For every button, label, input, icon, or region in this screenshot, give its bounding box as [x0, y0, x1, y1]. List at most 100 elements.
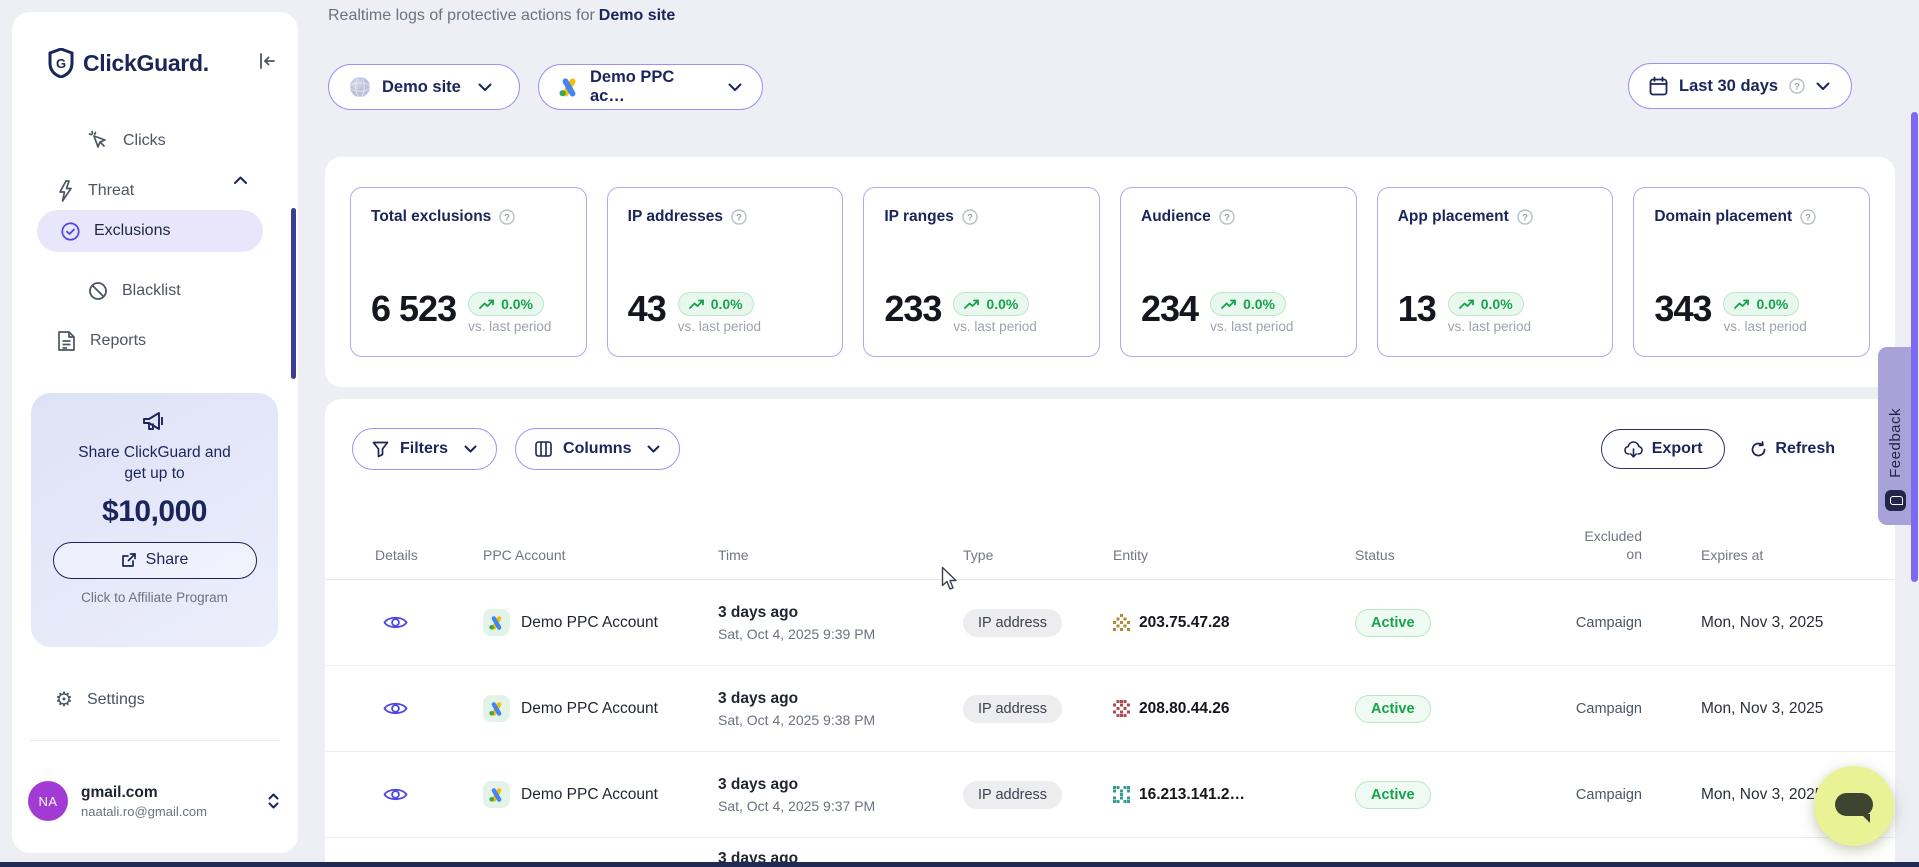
chevron-up-icon[interactable] — [233, 175, 248, 185]
filters-button[interactable]: Filters — [352, 428, 497, 470]
chevron-down-icon — [728, 83, 742, 92]
trend-badge: 0.0% — [1210, 292, 1286, 316]
google-ads-icon — [483, 609, 510, 636]
status-cell: Active — [1355, 695, 1505, 723]
stat-value: 233 — [884, 292, 941, 326]
megaphone-icon — [140, 409, 170, 437]
select-up-down-icon — [267, 792, 280, 810]
help-icon[interactable]: ? — [1219, 209, 1235, 225]
stat-period: vs. last period — [468, 319, 551, 334]
help-icon[interactable]: ? — [1789, 78, 1805, 94]
stat-card-ip-addresses: IP addresses ? 43 0.0% vs. last period — [607, 187, 844, 357]
trending-up-icon — [689, 299, 705, 310]
help-icon[interactable]: ? — [499, 209, 515, 225]
sidebar-item-exclusions[interactable]: Exclusions — [37, 210, 263, 252]
stat-card-domain-placement: Domain placement ? 343 0.0% vs. last per… — [1633, 187, 1870, 357]
entity-cell: 203.75.47.28 — [1113, 614, 1355, 632]
lightning-icon — [57, 180, 74, 202]
excluded-on-cell: Campaign — [1505, 701, 1642, 717]
stat-value: 343 — [1654, 292, 1711, 326]
stat-period: vs. last period — [678, 319, 761, 334]
export-button[interactable]: Export — [1601, 429, 1726, 469]
stat-title: App placement — [1398, 208, 1509, 226]
stat-card-total-exclusions: Total exclusions ? 6 523 0.0% vs. last p… — [350, 187, 587, 357]
status-cell: Active — [1355, 781, 1505, 809]
details-eye-icon[interactable] — [375, 786, 483, 803]
sidebar-item-label: Reports — [90, 332, 146, 350]
identicon — [1113, 786, 1130, 803]
table-row: Demo PPC Account 3 days ago Sat, Oct 4, … — [325, 666, 1895, 752]
avatar: NA — [28, 781, 68, 821]
col-header-details[interactable]: Details — [375, 547, 483, 563]
feedback-tab[interactable]: Feedback — [1878, 347, 1913, 525]
ppc-account-selector[interactable]: Demo PPC ac… — [538, 64, 763, 110]
chevron-down-icon — [1816, 82, 1830, 91]
account-switcher[interactable]: NA gmail.com naatali.ro@gmail.com — [28, 781, 280, 821]
chevron-down-icon — [478, 83, 492, 92]
table-row: Demo PPC Account 3 days ago Sat, Oct 4, … — [325, 580, 1895, 666]
funnel-icon — [372, 441, 389, 458]
col-header-excluded-on[interactable]: Excluded on — [1505, 528, 1642, 563]
brand-logo[interactable]: G ClickGuard. — [48, 48, 209, 78]
expires-at-cell: Mon, Nov 3, 2025 — [1642, 614, 1895, 632]
svg-text:?: ? — [736, 212, 742, 223]
trending-up-icon — [1221, 299, 1237, 310]
trending-up-icon — [1734, 299, 1750, 310]
help-icon[interactable]: ? — [731, 209, 747, 225]
document-icon — [57, 330, 76, 352]
chat-launcher-button[interactable] — [1814, 766, 1894, 846]
help-icon[interactable]: ? — [1517, 209, 1533, 225]
details-eye-icon[interactable] — [375, 700, 483, 717]
share-button[interactable]: Share — [53, 542, 257, 579]
sidebar-item-label: Exclusions — [94, 222, 170, 240]
status-badge: Active — [1355, 695, 1431, 723]
site-selector[interactable]: Demo site — [328, 64, 520, 110]
trend-badge: 0.0% — [468, 292, 544, 316]
col-header-status[interactable]: Status — [1355, 547, 1505, 563]
affiliate-promo-card[interactable]: Share ClickGuard and get up to $10,000 S… — [31, 393, 278, 647]
account-email: naatali.ro@gmail.com — [81, 804, 267, 819]
col-header-entity[interactable]: Entity — [1113, 547, 1355, 563]
stat-period: vs. last period — [1723, 319, 1806, 334]
sidebar-collapse-icon[interactable] — [258, 52, 276, 70]
chat-bubble-icon — [1835, 793, 1873, 816]
sidebar-item-blacklist[interactable]: Blacklist — [88, 281, 181, 301]
shield-logo-icon: G — [48, 48, 74, 78]
page-scrollbar[interactable] — [1911, 112, 1918, 582]
stat-title: Domain placement — [1654, 208, 1792, 226]
svg-text:?: ? — [1805, 212, 1811, 223]
col-header-time[interactable]: Time — [718, 547, 963, 563]
stat-period: vs. last period — [1210, 319, 1293, 334]
sidebar-item-settings[interactable]: ⚙ Settings — [55, 690, 145, 710]
sidebar-item-clicks[interactable]: Clicks — [88, 130, 166, 151]
details-eye-icon[interactable] — [375, 614, 483, 631]
stat-card-app-placement: App placement ? 13 0.0% vs. last period — [1377, 187, 1614, 357]
trend-badge: 0.0% — [1723, 292, 1799, 316]
sidebar-item-reports[interactable]: Reports — [57, 330, 146, 352]
trending-up-icon — [1459, 299, 1475, 310]
help-icon[interactable]: ? — [962, 209, 978, 225]
columns-button[interactable]: Columns — [515, 428, 680, 470]
col-header-expires-at[interactable]: Expires at — [1642, 547, 1895, 563]
logs-panel: Filters Columns Export Refresh — [325, 399, 1895, 867]
google-ads-icon — [559, 78, 579, 97]
refresh-button[interactable]: Refresh — [1750, 440, 1835, 458]
type-cell: IP address — [963, 781, 1113, 809]
stat-card-audience: Audience ? 234 0.0% vs. last period — [1120, 187, 1357, 357]
stat-period: vs. last period — [953, 319, 1036, 334]
col-header-type[interactable]: Type — [963, 547, 1113, 563]
svg-text:G: G — [56, 56, 66, 71]
stat-value: 234 — [1141, 292, 1198, 326]
date-range-selector[interactable]: Last 30 days ? — [1628, 63, 1852, 109]
help-icon[interactable]: ? — [1800, 209, 1816, 225]
page-subtitle: Realtime logs of protective actions forD… — [328, 7, 675, 25]
active-site-name: Demo site — [599, 7, 675, 24]
sidebar-item-threat[interactable]: Threat — [57, 180, 134, 202]
stat-card-ip-ranges: IP ranges ? 233 0.0% vs. last period — [863, 187, 1100, 357]
ppc-account-selector-label: Demo PPC ac… — [590, 68, 711, 106]
time-cell: 3 days ago Sat, Oct 4, 2025 9:38 PM — [718, 690, 963, 728]
sidebar-scrollbar[interactable] — [291, 208, 296, 379]
excluded-on-cell: Campaign — [1505, 787, 1642, 803]
col-header-ppc-account[interactable]: PPC Account — [483, 547, 718, 563]
affiliate-link[interactable]: Click to Affiliate Program — [31, 590, 278, 605]
